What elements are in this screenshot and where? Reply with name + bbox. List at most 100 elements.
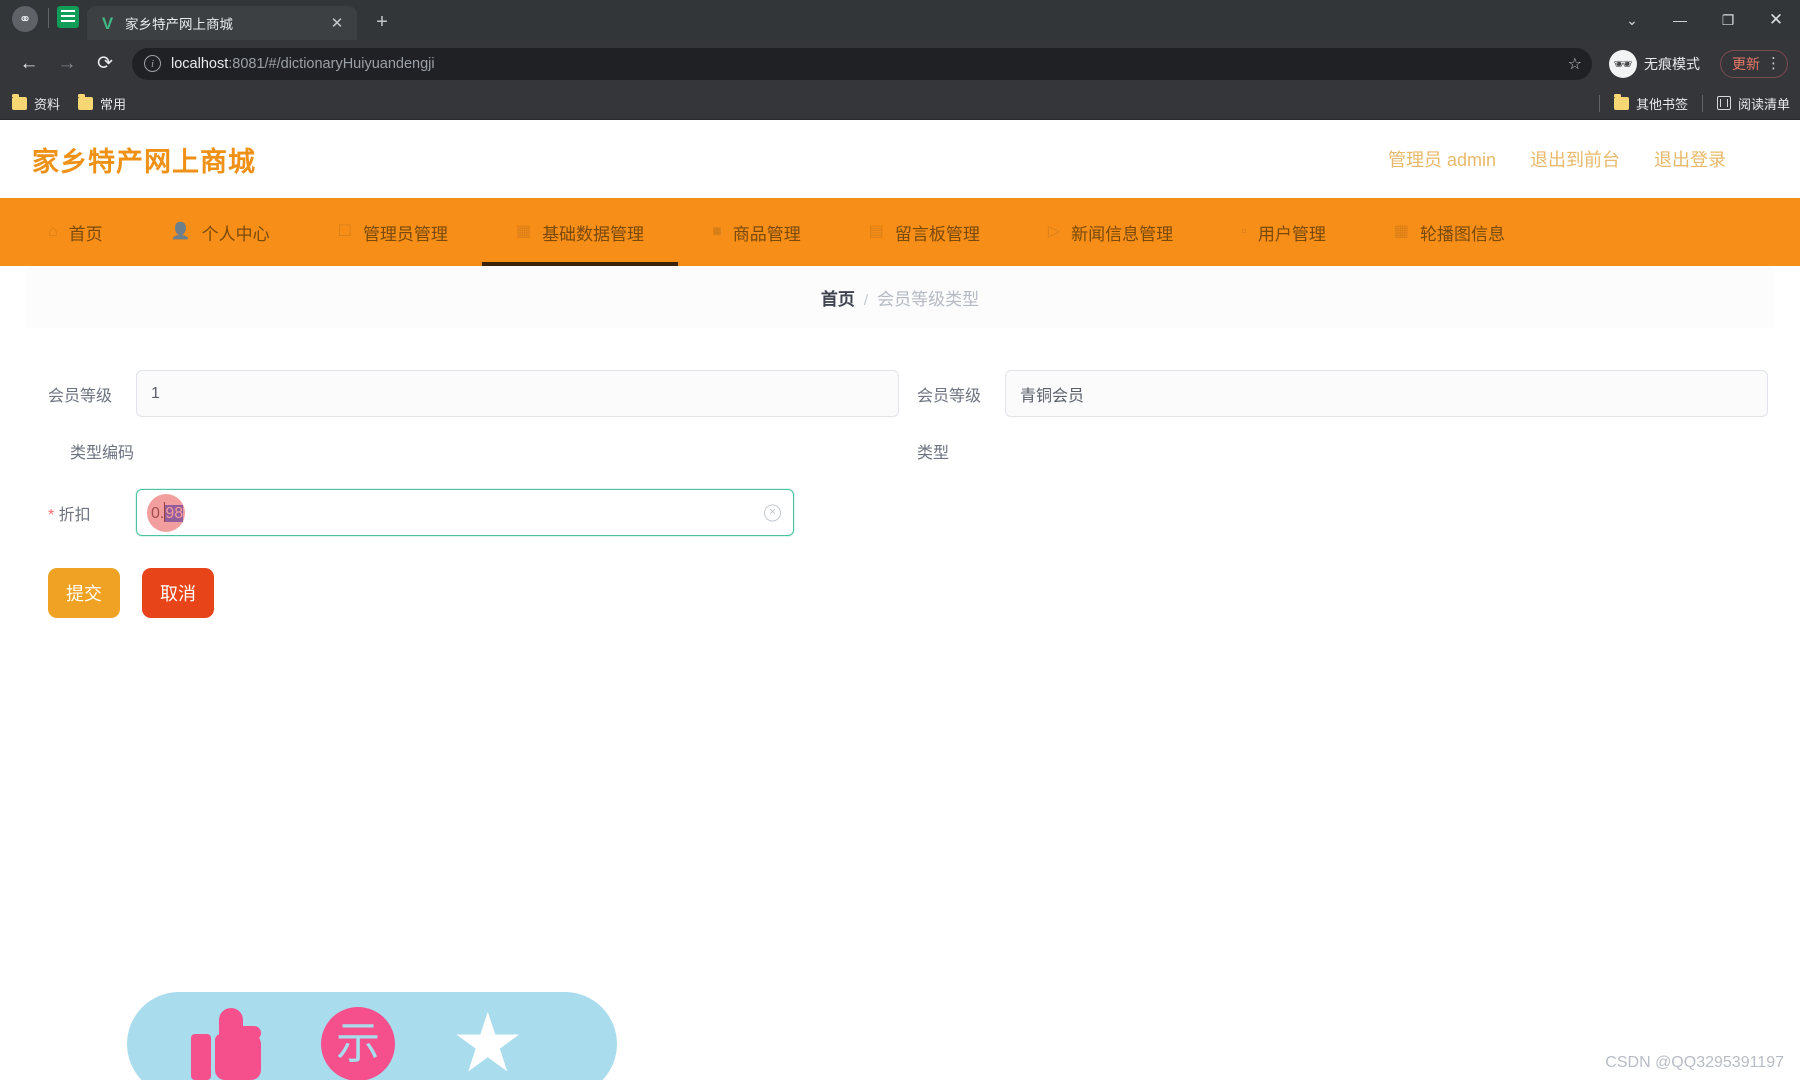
nav-item-carousel-info[interactable]: ▦ 轮播图信息 [1360,198,1539,266]
minimize-button[interactable]: — [1656,0,1704,40]
incognito-indicator[interactable]: 🕶 无痕模式 [1609,49,1704,78]
field-member-level-code: 会员等级 1 [48,370,899,417]
field-hint: 类型编码 [70,445,135,462]
collect-circle-icon[interactable]: 示 [321,1007,395,1080]
exit-to-front-link[interactable]: 退出到前台 [1530,146,1620,172]
logout-link[interactable]: 退出登录 [1654,146,1726,172]
browser-tab[interactable]: V 家乡特产网上商城 ✕ [87,6,357,40]
field-line: 会员等级 青铜会员 [917,370,1768,417]
field-label: 会员等级 [48,387,113,405]
forward-icon[interactable]: → [50,47,84,81]
close-icon[interactable]: ✕ [327,13,347,33]
other-bookmarks-button[interactable]: 其他书签 [1613,94,1688,113]
divider [1701,94,1703,112]
site-info-icon[interactable]: i [144,55,161,72]
hint-type-code: 类型编码 [48,417,899,463]
form-buttons: 提交 取消 [26,568,1790,618]
thumb-part [215,1034,261,1080]
thumbs-up-icon[interactable] [191,1008,265,1080]
goods-icon: ■ [712,223,722,240]
nav-item-message-board[interactable]: ▤ 留言板管理 [835,198,1014,266]
admin-icon: ☐ [337,223,352,240]
url-host: localhost [171,55,229,72]
breadcrumb-home-link[interactable]: 首页 [821,285,855,310]
other-bookmarks-label: 其他书签 [1635,96,1688,112]
header-links: 管理员 admin 退出到前台 退出登录 [1388,146,1768,172]
browser-window: ⚭ V 家乡特产网上商城 ✕ + ⌄ — ❐ ✕ ← → ⟳ i localho… [0,0,1800,1080]
nav-label: 首页 [68,224,103,244]
news-icon: ▷ [1047,223,1061,240]
home-icon: ⌂ [48,223,58,240]
sheets-extension-icon[interactable] [57,6,79,28]
menu-kebab-icon[interactable]: ⋮ [1766,56,1781,71]
member-level-code-input[interactable]: 1 [136,370,899,417]
window-controls: ⌄ — ❐ ✕ [1608,0,1800,40]
submit-button[interactable]: 提交 [48,568,120,618]
update-button[interactable]: 更新 ⋮ [1720,49,1788,78]
chevron-down-icon[interactable]: ⌄ [1608,0,1656,40]
thumb-part [237,1026,261,1040]
nav-item-home[interactable]: ⌂ 首页 [14,198,137,266]
floating-social-widget: 示 ★ [127,992,617,1080]
site-header: 家乡特产网上商城 管理员 admin 退出到前台 退出登录 [0,120,1800,198]
discount-value-selected: 98 [165,505,184,522]
folder-icon [78,94,94,110]
edit-form: 会员等级 1 会员等级 青铜会员 类型编码 类型 * 折扣 0.98 × 提交 … [26,342,1790,672]
discount-value: 0.98 [151,502,184,523]
nav-label: 个人中心 [201,224,270,244]
site-brand: 家乡特产网上商城 [32,146,256,177]
reload-icon[interactable]: ⟳ [88,47,122,81]
nav-item-admin-manage[interactable]: ☐ 管理员管理 [304,198,482,266]
nav-item-basic-data[interactable]: ▦ 基础数据管理 [481,198,679,266]
divider [1598,94,1600,112]
field-line: 会员等级 1 [48,370,899,417]
nav-label: 留言板管理 [894,224,980,244]
update-label: 更新 [1732,55,1760,72]
nav-label: 基础数据管理 [542,224,645,244]
spy-icon: 🕶 [1609,49,1637,78]
user-icon: 👤 [170,223,191,240]
clear-input-icon[interactable]: × [764,504,781,521]
tab-title: 家乡特产网上商城 [125,17,233,32]
divider [48,7,49,28]
users-icon: ▫ [1241,223,1247,240]
reading-list-icon [1716,96,1731,110]
message-icon: ▤ [868,223,884,240]
nav-item-personal-center[interactable]: 👤 个人中心 [137,198,304,266]
reading-list-button[interactable]: 阅读清单 [1716,94,1790,113]
breadcrumb-inner: 首页 / 会员等级类型 [821,285,979,310]
main-navbar: ⌂ 首页 👤 个人中心 ☐ 管理员管理 ▦ 基础数据管理 ■ 商品管理 ▤ 留言… [0,198,1800,266]
discount-input[interactable]: 0.98 × [136,489,794,536]
new-tab-button[interactable]: + [367,7,397,37]
folder-icon [1613,94,1629,110]
carousel-icon: ▦ [1393,223,1409,240]
nav-label: 商品管理 [732,224,801,244]
bookmarks-bar: 资料 常用 其他书签 阅读清单 [0,87,1800,120]
form-row-hints: 类型编码 类型 [26,417,1790,463]
maximize-button[interactable]: ❐ [1704,0,1752,40]
globe-icon[interactable]: ⚭ [12,6,38,32]
member-level-name-input[interactable]: 青铜会员 [1005,370,1768,417]
bookmark-item-ziliao[interactable]: 资料 [12,94,60,113]
address-bar[interactable]: i localhost:8081/#/dictionaryHuiyuandeng… [132,47,1592,80]
nav-item-goods-manage[interactable]: ■ 商品管理 [678,198,835,266]
back-icon[interactable]: ← [12,47,46,81]
cancel-button[interactable]: 取消 [142,568,214,618]
database-icon: ▦ [515,223,532,240]
watermark: CSDN @QQ3295391197 [1605,1054,1784,1071]
nav-item-user-manage[interactable]: ▫ 用户管理 [1207,198,1360,266]
nav-item-news-info[interactable]: ▷ 新闻信息管理 [1014,198,1207,266]
form-row-discount: 折扣 0.98 × [26,489,1790,536]
vue-logo-icon: V [101,13,114,33]
bookmark-star-icon[interactable]: ☆ [1568,54,1582,74]
field-member-level-name: 会员等级 青铜会员 [917,370,1768,417]
star-icon[interactable]: ★ [451,1003,525,1080]
breadcrumb-separator: / [863,291,869,309]
bookmark-item-changyong[interactable]: 常用 [78,94,126,113]
bookmark-label: 资料 [34,96,61,112]
window-close-button[interactable]: ✕ [1752,0,1800,40]
reading-list-label: 阅读清单 [1737,96,1790,112]
incognito-label: 无痕模式 [1644,55,1700,72]
browser-toolbar: ← → ⟳ i localhost:8081/#/dictionaryHuiyu… [0,40,1800,87]
admin-user-link[interactable]: 管理员 admin [1388,146,1496,172]
